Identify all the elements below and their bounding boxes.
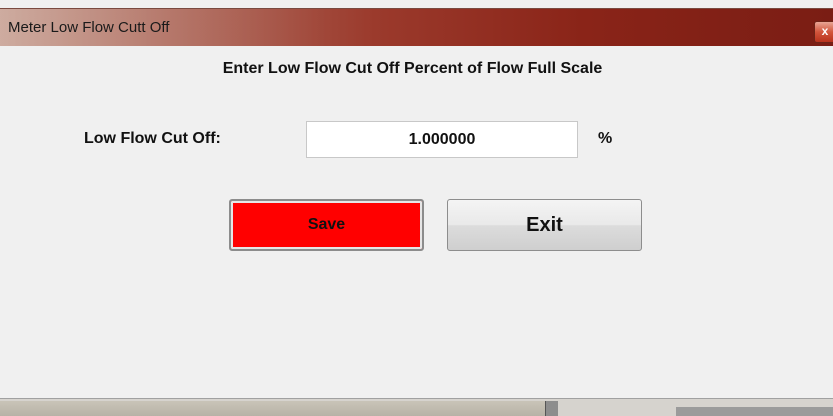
background-window-bottom <box>0 398 833 416</box>
window-title: Meter Low Flow Cutt Off <box>8 19 170 36</box>
background-strip-segment <box>0 401 545 416</box>
save-button[interactable]: Save <box>229 199 424 251</box>
title-bar[interactable]: Meter Low Flow Cutt Off x <box>0 8 833 46</box>
background-strip-divider <box>545 401 558 416</box>
low-flow-cutoff-input[interactable] <box>306 121 578 158</box>
percent-unit-label: % <box>598 130 613 147</box>
dialog-window: Meter Low Flow Cutt Off x Enter Low Flow… <box>0 0 833 415</box>
exit-button[interactable]: Exit <box>447 199 642 251</box>
instruction-text: Enter Low Flow Cut Off Percent of Flow F… <box>0 60 833 78</box>
close-button[interactable]: x <box>814 21 833 43</box>
low-flow-cutoff-label: Low Flow Cut Off: <box>84 130 221 147</box>
instruction-label: Enter Low Flow Cut Off Percent of Flow F… <box>222 60 603 77</box>
close-icon: x <box>821 24 829 38</box>
